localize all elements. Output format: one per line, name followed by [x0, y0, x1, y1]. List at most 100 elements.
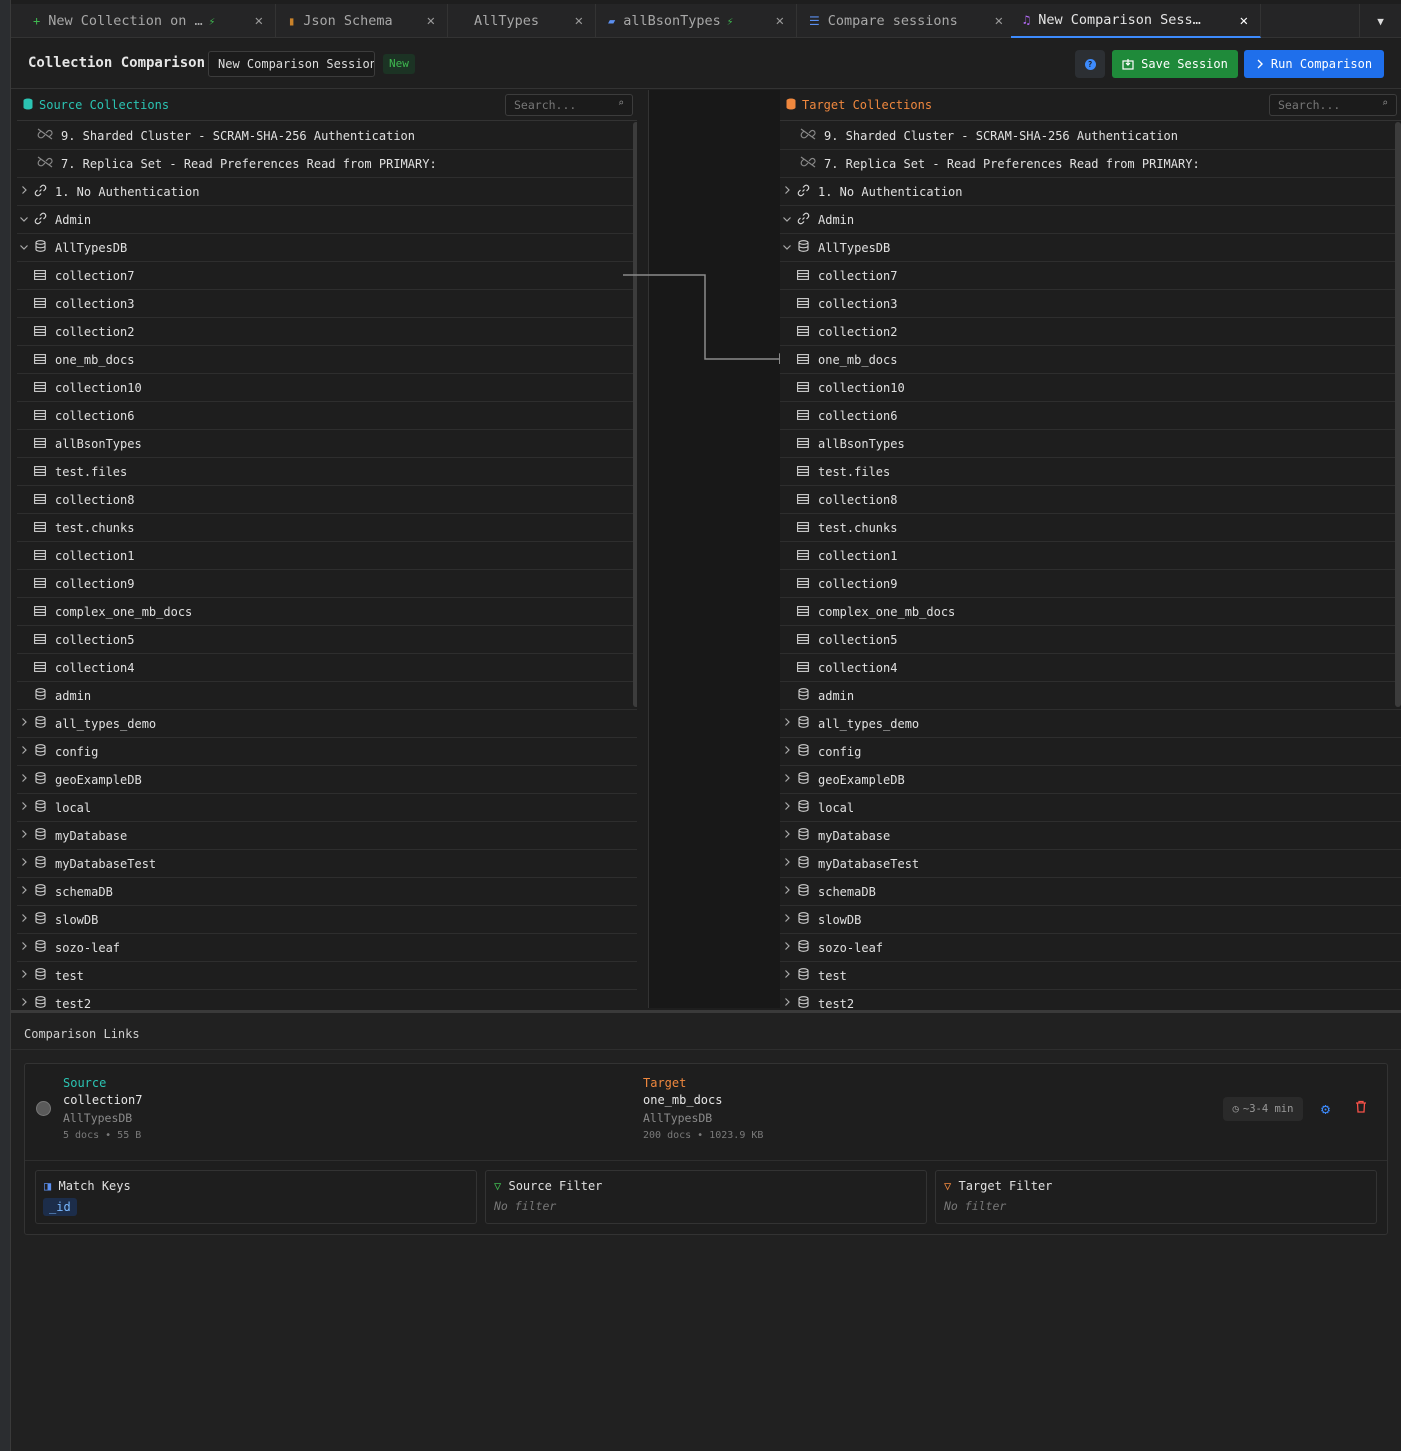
tab-compare-sessions[interactable]: ☰ Compare sessions ✕	[797, 4, 1016, 38]
chevron-right-icon[interactable]	[17, 997, 31, 1008]
tree-row[interactable]: collection2	[17, 318, 637, 346]
close-icon[interactable]: ✕	[995, 13, 1003, 29]
tree-row[interactable]: 9. Sharded Cluster - SCRAM-SHA-256 Authe…	[780, 122, 1401, 150]
tree-row[interactable]: admin	[17, 682, 637, 710]
chevron-right-icon[interactable]	[780, 969, 794, 982]
tree-row[interactable]: test.chunks	[780, 514, 1401, 542]
tree-row[interactable]: myDatabase	[780, 822, 1401, 850]
source-search-input[interactable]: Search... ⌕	[505, 94, 633, 116]
tab-json-schema[interactable]: ▮ Json Schema ✕	[276, 4, 448, 38]
delete-trash-icon[interactable]	[1355, 1100, 1367, 1117]
chevron-down-icon[interactable]	[17, 241, 31, 254]
help-button[interactable]: ?	[1075, 50, 1105, 78]
tree-row[interactable]: myDatabase	[17, 822, 637, 850]
tree-row[interactable]: test.files	[17, 458, 637, 486]
tree-row[interactable]: Admin	[17, 206, 637, 234]
tree-row[interactable]: 7. Replica Set - Read Preferences Read f…	[17, 150, 637, 178]
close-icon[interactable]: ✕	[1240, 13, 1248, 29]
tree-row[interactable]: collection7	[17, 262, 637, 290]
tree-row[interactable]: test	[780, 962, 1401, 990]
run-comparison-button[interactable]: Run Comparison	[1244, 50, 1384, 78]
tree-row[interactable]: collection7	[780, 262, 1401, 290]
tree-row[interactable]: collection8	[17, 486, 637, 514]
match-keys-box[interactable]: ◨ Match Keys _id	[35, 1170, 477, 1224]
tree-row[interactable]: complex_one_mb_docs	[780, 598, 1401, 626]
tree-row[interactable]: collection1	[17, 542, 637, 570]
tree-row[interactable]: one_mb_docs	[780, 346, 1401, 374]
tree-row[interactable]: collection4	[17, 654, 637, 682]
tree-row[interactable]: collection6	[17, 402, 637, 430]
tree-row[interactable]: config	[17, 738, 637, 766]
tab-new-comparison-session[interactable]: ♫ New Comparison Sess… ✕	[1011, 4, 1261, 38]
tree-row[interactable]: schemaDB	[780, 878, 1401, 906]
tree-row[interactable]: test.chunks	[17, 514, 637, 542]
chevron-right-icon[interactable]	[17, 885, 31, 898]
tree-row[interactable]: schemaDB	[17, 878, 637, 906]
chevron-right-icon[interactable]	[780, 185, 794, 198]
tree-row[interactable]: collection9	[780, 570, 1401, 598]
tree-row[interactable]: collection8	[780, 486, 1401, 514]
tree-row[interactable]: collection5	[780, 626, 1401, 654]
tree-row[interactable]: allBsonTypes	[780, 430, 1401, 458]
tree-row[interactable]: test	[17, 962, 637, 990]
tree-row[interactable]: AllTypesDB	[17, 234, 637, 262]
tree-row[interactable]: 1. No Authentication	[17, 178, 637, 206]
close-icon[interactable]: ✕	[776, 13, 784, 29]
tree-row[interactable]: complex_one_mb_docs	[17, 598, 637, 626]
chevron-right-icon[interactable]	[780, 717, 794, 730]
tree-row[interactable]: admin	[780, 682, 1401, 710]
session-name-input[interactable]: New Comparison Session	[208, 51, 375, 77]
tree-row[interactable]: all_types_demo	[17, 710, 637, 738]
tree-row[interactable]: collection10	[780, 374, 1401, 402]
chevron-right-icon[interactable]	[17, 185, 31, 198]
tab-new-collection[interactable]: + New Collection on … ⚡ ✕	[21, 4, 276, 38]
tree-row[interactable]: slowDB	[780, 906, 1401, 934]
tree-row[interactable]: collection2	[780, 318, 1401, 346]
chevron-down-icon[interactable]	[780, 213, 794, 226]
chevron-down-icon[interactable]	[17, 213, 31, 226]
chevron-down-icon[interactable]	[780, 241, 794, 254]
close-icon[interactable]: ✕	[575, 13, 583, 29]
tree-row[interactable]: one_mb_docs	[17, 346, 637, 374]
tree-row[interactable]: local	[780, 794, 1401, 822]
tree-row[interactable]: test2	[17, 990, 637, 1008]
tree-row[interactable]: 7. Replica Set - Read Preferences Read f…	[780, 150, 1401, 178]
target-filter-box[interactable]: ▽ Target Filter No filter	[935, 1170, 1377, 1224]
tree-row[interactable]: geoExampleDB	[17, 766, 637, 794]
close-icon[interactable]: ✕	[427, 13, 435, 29]
tree-row[interactable]: collection10	[17, 374, 637, 402]
comparison-link-card[interactable]: Source collection7 AllTypesDB 5 docs • 5…	[24, 1063, 1388, 1235]
match-key-chip[interactable]: _id	[43, 1198, 77, 1216]
target-search-input[interactable]: Search... ⌕	[1269, 94, 1397, 116]
chevron-right-icon[interactable]	[780, 801, 794, 814]
tree-row[interactable]: all_types_demo	[780, 710, 1401, 738]
tree-row[interactable]: collection3	[780, 290, 1401, 318]
tree-row[interactable]: 9. Sharded Cluster - SCRAM-SHA-256 Authe…	[17, 122, 637, 150]
chevron-right-icon[interactable]	[780, 773, 794, 786]
tree-row[interactable]: sozo-leaf	[17, 934, 637, 962]
chevron-right-icon[interactable]	[17, 717, 31, 730]
tab-overflow-button[interactable]: ▼	[1359, 4, 1401, 38]
tree-row[interactable]: test.files	[780, 458, 1401, 486]
chevron-right-icon[interactable]	[780, 913, 794, 926]
tree-row[interactable]: config	[780, 738, 1401, 766]
chevron-right-icon[interactable]	[780, 745, 794, 758]
save-session-button[interactable]: Save Session	[1112, 50, 1238, 78]
source-filter-box[interactable]: ▽ Source Filter No filter	[485, 1170, 927, 1224]
chevron-right-icon[interactable]	[17, 941, 31, 954]
target-scrollbar[interactable]	[1395, 122, 1401, 707]
tree-row[interactable]: Admin	[780, 206, 1401, 234]
tree-row[interactable]: collection6	[780, 402, 1401, 430]
tree-row[interactable]: geoExampleDB	[780, 766, 1401, 794]
chevron-right-icon[interactable]	[17, 913, 31, 926]
chevron-right-icon[interactable]	[780, 885, 794, 898]
chevron-right-icon[interactable]	[780, 829, 794, 842]
settings-gear-icon[interactable]: ⚙	[1321, 1100, 1330, 1118]
tree-row[interactable]: AllTypesDB	[780, 234, 1401, 262]
tab-allbsontypes[interactable]: ▰ allBsonTypes ⚡ ✕	[596, 4, 797, 38]
tree-row[interactable]: allBsonTypes	[17, 430, 637, 458]
tree-row[interactable]: collection1	[780, 542, 1401, 570]
tree-row[interactable]: local	[17, 794, 637, 822]
tree-row[interactable]: myDatabaseTest	[780, 850, 1401, 878]
tree-row[interactable]: myDatabaseTest	[17, 850, 637, 878]
